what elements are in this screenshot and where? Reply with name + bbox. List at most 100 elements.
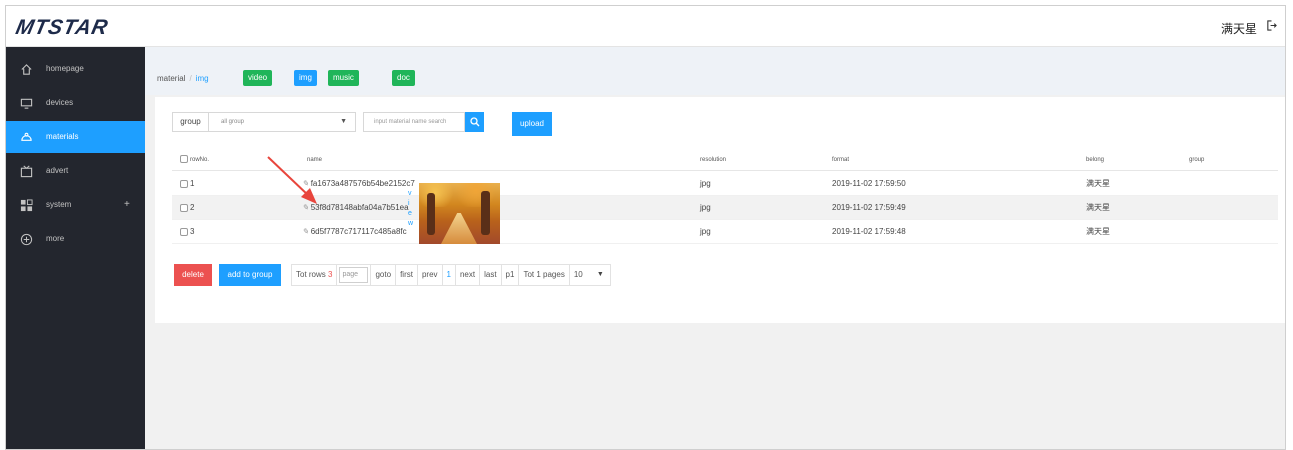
- sidebar-item-materials[interactable]: materials: [6, 121, 145, 153]
- logout-icon[interactable]: [1266, 20, 1277, 31]
- add-to-group-button[interactable]: add to group: [219, 264, 281, 286]
- view-letter: i: [408, 200, 410, 207]
- row-number-cell: 2: [180, 196, 194, 220]
- column-group: group: [1189, 157, 1205, 163]
- app-window: MTSTAR 满天星 homepage devices materials ad…: [5, 5, 1286, 450]
- row-number-cell: 1: [180, 172, 194, 196]
- sidebar-item-label: system: [46, 200, 72, 209]
- total-rows-count: 3: [328, 270, 333, 279]
- next-page-button[interactable]: next: [456, 265, 481, 285]
- annotation-arrow-icon: [267, 156, 317, 204]
- goto-button[interactable]: goto: [371, 265, 397, 285]
- breadcrumb-separator: /: [189, 74, 192, 83]
- page-size-value: 10: [573, 270, 583, 279]
- resolution-cell: jpg: [700, 179, 711, 188]
- thumbnail-path: [441, 213, 477, 244]
- name-cell[interactable]: ✎ 6d5f7787c717117c485a8fc: [302, 220, 407, 244]
- tag-video[interactable]: video: [243, 70, 273, 86]
- tag-music[interactable]: music: [328, 70, 359, 86]
- sidebar-item-homepage[interactable]: homepage: [6, 53, 145, 85]
- column-rowno-label: rowNo.: [190, 157, 210, 163]
- row-number-cell: 3: [180, 220, 194, 244]
- tag-img[interactable]: img: [294, 70, 317, 86]
- materials-panel: group all group ▼ input material name se…: [155, 97, 1285, 323]
- table-row[interactable]: 1 ✎ fa1673a487576b54be2152c7 jpg 2019-11-…: [172, 172, 1278, 196]
- format-cell: 2019-11-02 17:59:48: [832, 227, 906, 236]
- page-input[interactable]: page: [337, 265, 372, 285]
- total-pages: Tot 1 pages: [519, 265, 570, 285]
- sidebar-item-system[interactable]: system +: [6, 189, 145, 221]
- thumbnail-tree: [481, 191, 490, 235]
- page-indicator: p1: [502, 265, 520, 285]
- view-letter: w: [408, 220, 414, 227]
- row-checkbox[interactable]: [180, 203, 188, 212]
- column-resolution: resolution: [700, 157, 727, 163]
- breadcrumb: material / img: [157, 74, 209, 83]
- page-size-select[interactable]: 10 ▼: [570, 265, 610, 285]
- top-header: MTSTAR 满天星: [6, 6, 1285, 47]
- row-number: 1: [190, 179, 195, 188]
- column-belong: belong: [1086, 157, 1105, 163]
- materials-icon: [21, 132, 32, 141]
- total-rows-label: Tot rows: [296, 270, 326, 279]
- tv-icon: [20, 165, 33, 178]
- file-name: 53f8d78148abfa04a7b51ea: [310, 203, 409, 212]
- breadcrumb-bar: material / img video img music doc: [145, 47, 1285, 95]
- caret-down-icon: ▼: [340, 118, 347, 125]
- column-rowno: rowNo.: [180, 149, 209, 171]
- image-preview-thumbnail: [419, 183, 500, 244]
- search-button[interactable]: [465, 112, 484, 132]
- user-name[interactable]: 满天星: [1221, 20, 1257, 37]
- tag-doc[interactable]: doc: [392, 70, 415, 86]
- group-select[interactable]: all group ▼: [209, 112, 356, 132]
- view-letter: v: [408, 190, 412, 197]
- monitor-icon: [20, 98, 33, 109]
- table-row[interactable]: 2 ✎ 53f8d78148abfa04a7b51ea jpg 2019-11-0…: [172, 196, 1278, 220]
- delete-button[interactable]: delete: [174, 264, 212, 286]
- breadcrumb-root[interactable]: material: [157, 74, 185, 83]
- belong-cell: 满天星: [1086, 227, 1110, 236]
- thumbnail-tree: [427, 193, 435, 235]
- upload-button[interactable]: upload: [512, 112, 552, 136]
- row-checkbox[interactable]: [180, 179, 188, 188]
- home-icon: [21, 64, 32, 75]
- sidebar-item-label: devices: [46, 98, 74, 107]
- first-page-button[interactable]: first: [396, 265, 418, 285]
- sidebar-item-devices[interactable]: devices: [6, 87, 145, 119]
- pagination: Tot rows 3 page goto first prev 1 next l…: [291, 264, 611, 286]
- total-rows: Tot rows 3: [292, 265, 338, 285]
- current-page-number[interactable]: 1: [443, 265, 456, 285]
- prev-page-button[interactable]: prev: [418, 265, 443, 285]
- plus-circle-icon: [20, 233, 33, 246]
- column-format: format: [832, 157, 850, 163]
- sidebar-item-label: homepage: [46, 64, 84, 73]
- sidebar-item-label: more: [46, 234, 65, 243]
- select-all-checkbox[interactable]: [180, 155, 188, 164]
- format-cell: 2019-11-02 17:59:49: [832, 203, 906, 212]
- brand-logo[interactable]: MTSTAR: [13, 16, 111, 40]
- sidebar: homepage devices materials advert system…: [6, 47, 145, 449]
- edit-icon[interactable]: ✎: [302, 220, 309, 244]
- row-checkbox[interactable]: [180, 227, 188, 236]
- view-link[interactable]: v i e w: [408, 189, 413, 229]
- group-label: group: [172, 112, 209, 132]
- file-name: 6d5f7787c717117c485a8fc: [310, 227, 407, 236]
- row-number: 3: [190, 227, 195, 236]
- format-cell: 2019-11-02 17:59:50: [832, 179, 906, 188]
- table-row[interactable]: 3 ✎ 6d5f7787c717117c485a8fc jpg 2019-11-0…: [172, 220, 1278, 244]
- belong-cell: 满天星: [1086, 179, 1110, 188]
- page-input-placeholder: page: [339, 267, 369, 283]
- sidebar-item-more[interactable]: more: [6, 223, 145, 255]
- file-name: fa1673a487576b54be2152c7: [310, 179, 415, 188]
- resolution-cell: jpg: [700, 203, 711, 212]
- group-select-value: all group: [221, 119, 245, 125]
- sidebar-item-label: materials: [46, 132, 79, 141]
- expand-plus-icon[interactable]: +: [124, 189, 130, 221]
- caret-down-icon: ▼: [596, 271, 604, 278]
- search-input[interactable]: input material name search: [363, 112, 465, 132]
- search-icon: [470, 117, 480, 127]
- sidebar-item-label: advert: [46, 166, 69, 175]
- sidebar-item-advert[interactable]: advert: [6, 155, 145, 187]
- last-page-button[interactable]: last: [480, 265, 502, 285]
- table-header: rowNo. name resolution format belong gro…: [172, 149, 1278, 171]
